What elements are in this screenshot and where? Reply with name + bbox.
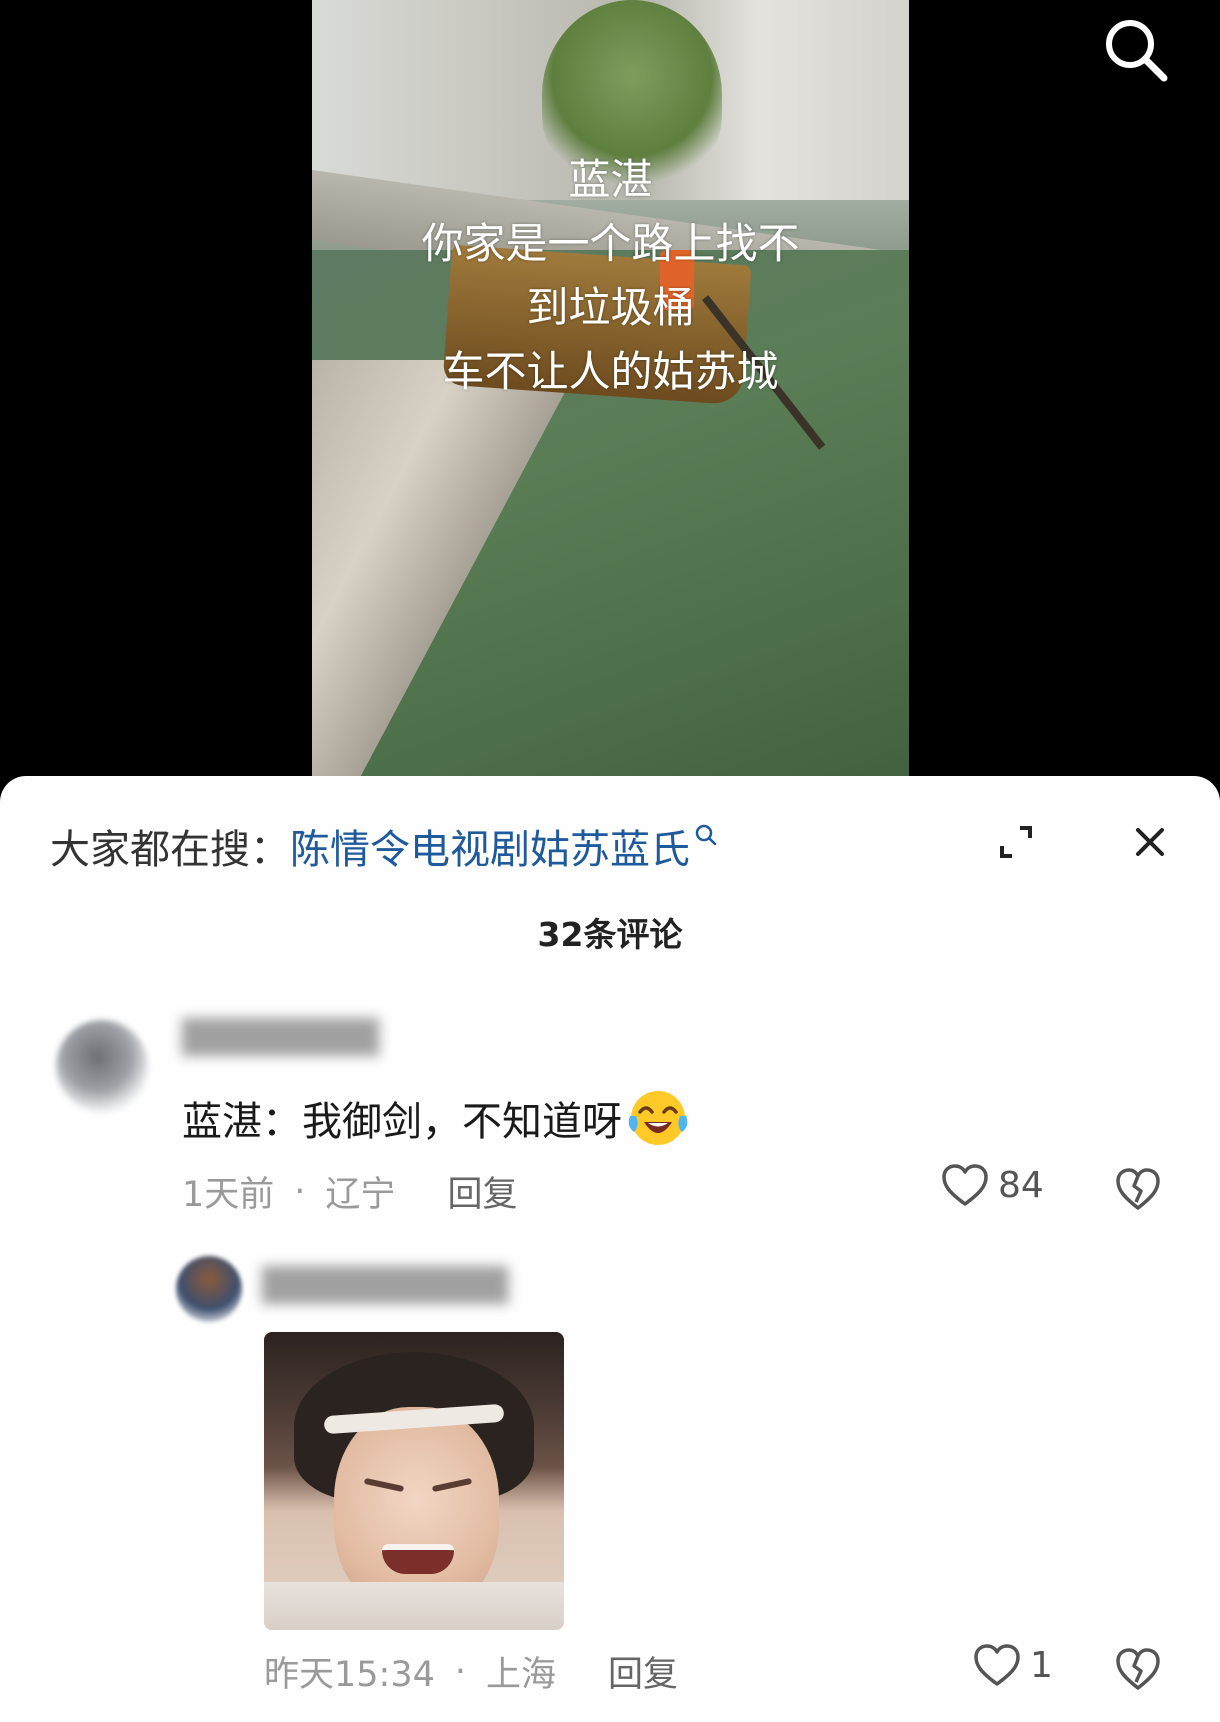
reply-username-blurred[interactable]: ██████████ xyxy=(262,1266,508,1304)
trending-prefix: 大家都在搜： xyxy=(50,827,290,873)
heart-icon xyxy=(974,1644,1020,1686)
trending-search-bar: 大家都在搜： 陈情令电视剧姑苏蓝氏 xyxy=(50,816,718,876)
reply-time: 昨天15:34 xyxy=(264,1655,435,1695)
search-icon[interactable] xyxy=(1100,14,1172,86)
reply-location: 上海 xyxy=(486,1655,557,1695)
reply-meta: 昨天15:34 · 上海 回复 xyxy=(264,1646,678,1697)
broken-heart-icon[interactable] xyxy=(1114,1166,1162,1212)
comments-sheet: 大家都在搜： 陈情令电视剧姑苏蓝氏 32条评论 ████████ 蓝湛：我御剑，… xyxy=(0,776,1220,1722)
reply-button[interactable]: 回复 xyxy=(447,1166,517,1217)
image-mouth xyxy=(382,1544,454,1574)
heart-icon xyxy=(942,1164,988,1206)
meta-separator: · xyxy=(294,1171,306,1212)
close-icon[interactable] xyxy=(1128,820,1172,864)
comment-time: 1天前 xyxy=(182,1175,275,1215)
broken-heart-icon[interactable] xyxy=(1114,1646,1162,1692)
comment-location: 辽宁 xyxy=(325,1175,396,1215)
comment-text: 蓝湛：我御剑，不知道呀 xyxy=(182,1086,690,1150)
username-blurred[interactable]: ████████ xyxy=(182,1018,379,1056)
video-caption: 蓝湛 你家是一个路上找不 到垃圾桶 车不让人的姑苏城 xyxy=(421,155,800,396)
small-search-icon xyxy=(695,824,717,846)
laughing-crying-face-icon xyxy=(628,1091,688,1145)
avatar[interactable] xyxy=(56,1020,148,1112)
comment-meta: 1天前 · 辽宁 回复 xyxy=(182,1166,517,1217)
reply-image-crying-face[interactable] xyxy=(264,1332,564,1630)
comment-count-title: 32条评论 xyxy=(537,915,683,954)
expand-icon[interactable] xyxy=(996,822,1036,862)
like-count: 1 xyxy=(1030,1644,1053,1686)
reply-avatar[interactable] xyxy=(176,1256,242,1322)
image-collar xyxy=(264,1582,564,1630)
meta-separator: · xyxy=(454,1651,467,1692)
comment-body: 蓝湛：我御剑，不知道呀 xyxy=(182,1099,622,1145)
like-button[interactable]: 84 xyxy=(940,1162,1044,1208)
reply-like-button[interactable]: 1 xyxy=(972,1642,1053,1688)
video-player[interactable]: 蓝湛 你家是一个路上找不 到垃圾桶 车不让人的姑苏城 xyxy=(0,0,1220,790)
trending-search-link[interactable]: 陈情令电视剧姑苏蓝氏 xyxy=(290,817,690,875)
reply-button[interactable]: 回复 xyxy=(608,1646,678,1697)
like-count: 84 xyxy=(998,1164,1044,1206)
